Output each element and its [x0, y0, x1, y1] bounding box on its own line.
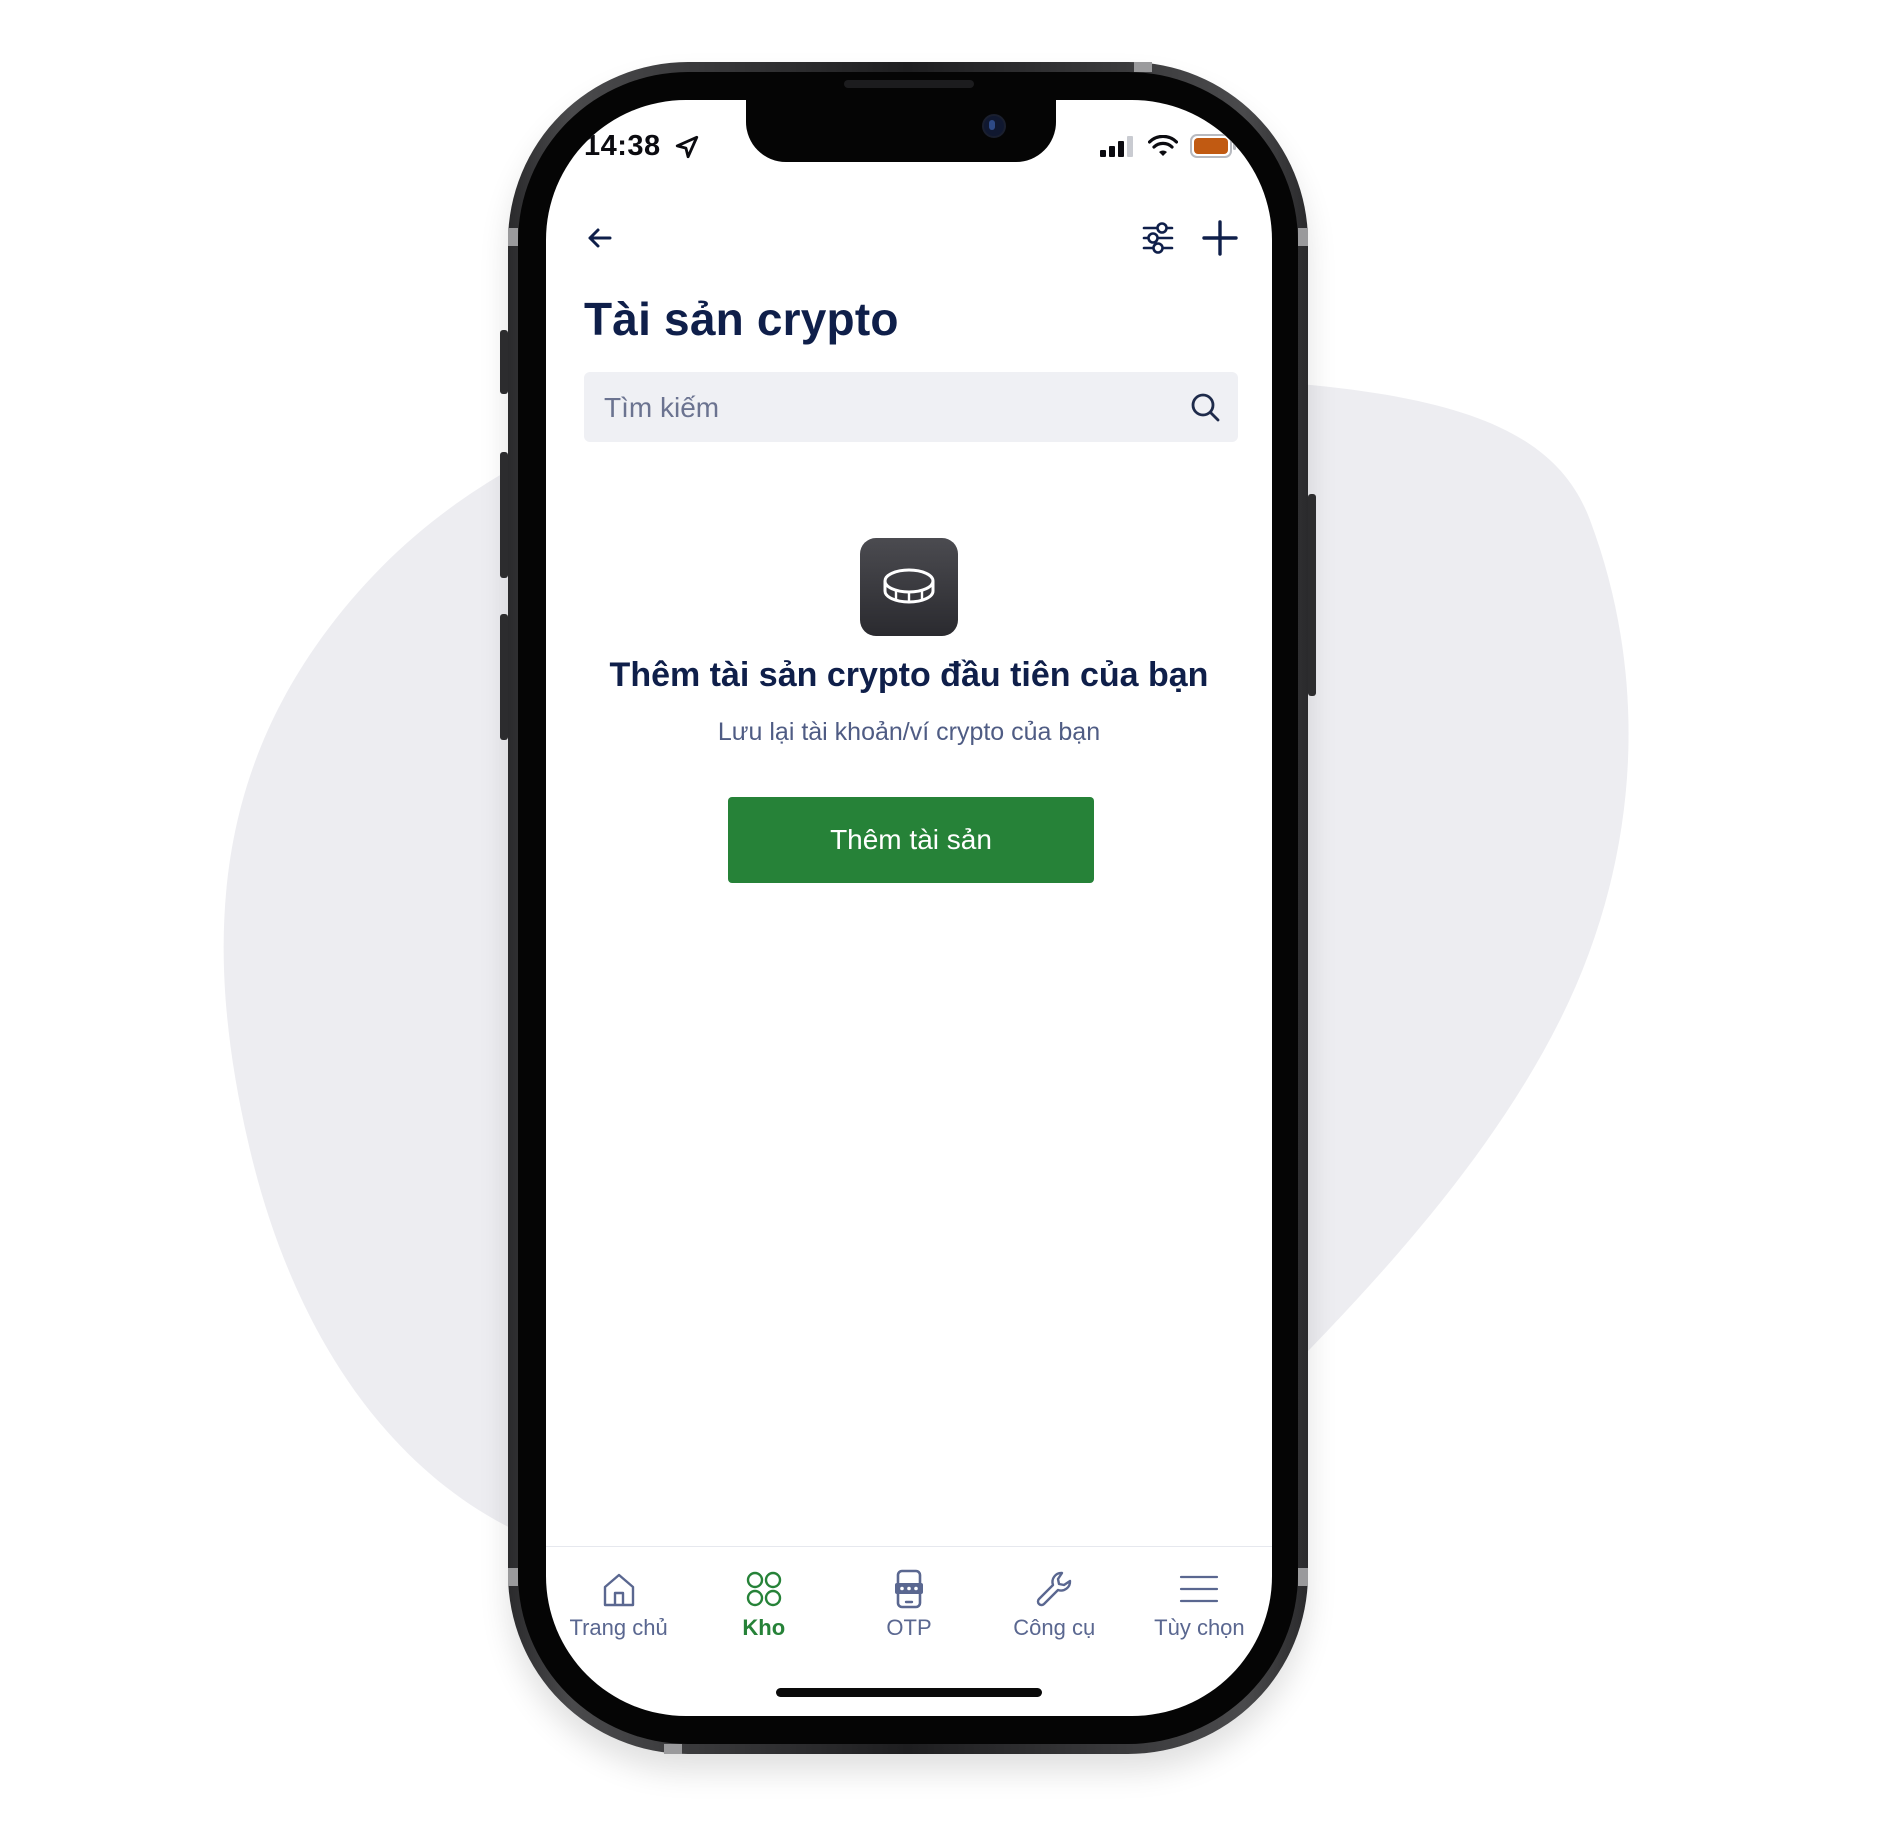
device-mockup-canvas: 14:38 Tài sản crypto Tìm kiếm Thêm tài s…: [0, 0, 1900, 1826]
antenna-band: [1134, 62, 1152, 72]
home-icon: [603, 1573, 634, 1607]
back-arrow-icon[interactable]: [580, 218, 620, 258]
battery-icon: [1190, 134, 1236, 158]
wrench-icon: [1036, 1571, 1072, 1607]
tab-label-otp: OTP: [886, 1615, 932, 1640]
front-camera: [982, 114, 1006, 138]
antenna-band: [1298, 1568, 1308, 1586]
tab-cong-cu[interactable]: Công cụ: [982, 1547, 1127, 1657]
wifi-icon: [1148, 135, 1178, 156]
tab-trang-chu[interactable]: Trang chủ: [546, 1547, 691, 1657]
otp-phone-icon: [895, 1569, 923, 1609]
tab-label-tuy-chon: Tùy chọn: [1154, 1615, 1245, 1640]
tab-label-kho: Kho: [742, 1615, 786, 1640]
phone-screen: 14:38 Tài sản crypto Tìm kiếm Thêm tài s…: [546, 100, 1272, 1716]
notch: [746, 100, 1056, 162]
bottom-tab-bar: Trang chủ Kho OTP Công cụ Tùy chọn: [546, 1547, 1272, 1657]
power-button: [1308, 494, 1316, 696]
location-arrow-icon: [675, 135, 699, 159]
antenna-band: [664, 1744, 682, 1754]
add-asset-button[interactable]: Thêm tài sản: [728, 797, 1094, 883]
tab-kho[interactable]: Kho: [691, 1547, 836, 1657]
grid-icon: [746, 1571, 781, 1607]
antenna-band: [508, 228, 518, 246]
earpiece-speaker: [844, 80, 974, 88]
search-icon[interactable]: [1188, 390, 1222, 424]
cellular-signal-icon: [1100, 136, 1133, 157]
search-bar[interactable]: [584, 372, 1238, 444]
silent-switch: [500, 330, 508, 394]
add-plus-icon[interactable]: [1198, 216, 1242, 260]
coin-badge: [860, 538, 958, 636]
antenna-band: [1298, 228, 1308, 246]
filter-sliders-icon[interactable]: [1138, 218, 1178, 258]
coin-icon: [883, 568, 935, 604]
menu-icon: [1180, 1575, 1219, 1603]
tab-otp[interactable]: OTP: [836, 1547, 981, 1657]
home-indicator[interactable]: [776, 1688, 1042, 1697]
volume-up-button: [500, 452, 508, 578]
search-input[interactable]: [602, 372, 1166, 444]
empty-state-subtitle: Lưu lại tài khoản/ví crypto của bạn: [717, 718, 1101, 746]
antenna-band: [508, 1568, 518, 1586]
empty-state-title: Thêm tài sản crypto đầu tiên của bạn: [609, 656, 1209, 694]
status-indicators: [1100, 134, 1238, 158]
tab-label-trang-chu: Trang chủ: [569, 1615, 668, 1640]
status-time: 14:38: [584, 130, 661, 162]
tab-label-cong-cu: Công cụ: [1013, 1615, 1096, 1640]
tab-tuy-chon[interactable]: Tùy chọn: [1127, 1547, 1272, 1657]
volume-down-button: [500, 614, 508, 740]
page-title: Tài sản crypto: [584, 293, 899, 345]
